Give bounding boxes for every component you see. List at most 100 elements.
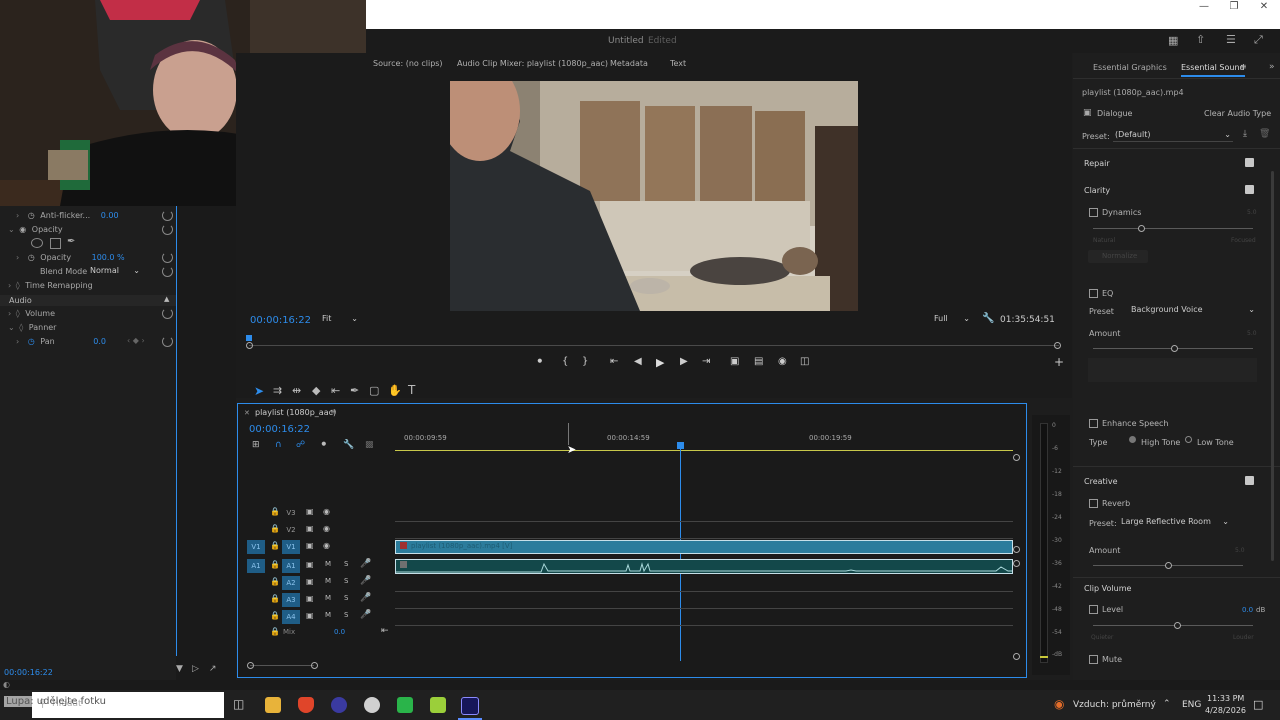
low-tone-radio[interactable] <box>1185 436 1192 443</box>
es-scrollbar[interactable] <box>1271 171 1274 561</box>
tab-essential-graphics[interactable]: Essential Graphics <box>1093 63 1167 72</box>
chevron-down-icon[interactable]: ⌄ <box>8 323 15 332</box>
eye-icon[interactable]: ◉ <box>323 541 330 550</box>
tab-menu-icon[interactable]: ≡ <box>330 407 337 416</box>
fx-toggle-icon[interactable]: ◊ <box>16 281 20 290</box>
enhance-speech-row[interactable]: Enhance Speech <box>1089 419 1169 428</box>
go-to-in-icon[interactable]: ⇤ <box>610 356 618 367</box>
lock-icon[interactable]: 🔒 <box>270 560 280 569</box>
button-editor-icon[interactable]: + <box>1054 355 1064 369</box>
sync-lock-icon[interactable]: ▣ <box>306 611 314 620</box>
lock-icon[interactable]: 🔒 <box>270 541 280 550</box>
volume-row[interactable]: › ◊ Volume <box>8 307 55 320</box>
pen-mask-icon[interactable]: ✒ <box>67 236 75 247</box>
slip-icon[interactable]: ⇤ <box>331 384 340 397</box>
weather-icon[interactable]: ◉ <box>1054 697 1064 711</box>
tab-text[interactable]: Text <box>670 59 686 68</box>
mute-row[interactable]: Mute <box>1089 655 1122 664</box>
slider-knob[interactable] <box>1165 562 1172 569</box>
rectangle-tool-icon[interactable]: ▢ <box>369 384 379 397</box>
notifications-icon[interactable]: □ <box>1253 698 1263 711</box>
lift-icon[interactable]: ▣ <box>730 356 739 367</box>
chevron-right-icon[interactable]: › <box>16 253 19 262</box>
slider-knob[interactable] <box>1138 225 1145 232</box>
eye-icon[interactable]: ◉ <box>323 524 330 533</box>
timeline-timecode[interactable]: 00:00:16:22 <box>249 424 310 435</box>
creative-section[interactable]: Creative <box>1084 477 1118 486</box>
program-timecode[interactable]: 00:00:16:22 <box>250 315 311 326</box>
app-icon-lime[interactable] <box>430 697 446 713</box>
clarity-checkbox[interactable] <box>1245 185 1254 194</box>
quick-export-icon[interactable]: ▦ <box>1168 34 1178 47</box>
sync-lock-icon[interactable]: ▣ <box>306 507 314 516</box>
export-frame-icon[interactable]: ◉ <box>778 356 787 367</box>
mark-out-icon[interactable]: } <box>582 356 588 367</box>
play-audio-icon[interactable]: ▷ <box>192 664 199 674</box>
clip-volume-section[interactable]: Clip Volume <box>1084 584 1131 593</box>
app-icon-green[interactable] <box>397 697 413 713</box>
share-icon[interactable]: ⇧ <box>1196 33 1205 46</box>
high-tone-radio[interactable] <box>1129 436 1136 443</box>
stopwatch-icon[interactable]: ◷ <box>28 253 35 262</box>
step-forward-icon[interactable]: ▶ <box>680 356 688 367</box>
chevron-right-icon[interactable]: › <box>8 281 11 290</box>
source-patch-a1[interactable]: A1 <box>247 559 265 573</box>
extract-icon[interactable]: ▤ <box>754 356 763 367</box>
reverb-checkbox[interactable] <box>1089 499 1098 508</box>
blend-mode-select[interactable]: Normal ⌄ <box>90 265 142 276</box>
timeline-zoom-bar[interactable] <box>250 665 314 666</box>
level-value[interactable]: 0.0 <box>1242 606 1253 614</box>
dynamics-row[interactable]: Dynamics <box>1089 208 1141 217</box>
brave-browser-icon[interactable] <box>298 697 314 713</box>
mute-button[interactable]: M <box>325 611 331 619</box>
chevron-down-icon[interactable]: ⌄ <box>8 225 15 234</box>
premiere-pro-icon[interactable] <box>461 697 479 715</box>
ripple-edit-icon[interactable]: ⇹ <box>292 384 301 397</box>
anti-flicker-value[interactable]: 0.00 <box>101 211 119 220</box>
level-slider[interactable] <box>1093 622 1253 629</box>
video-clip[interactable]: playlist (1080p_aac).mp4 [V] <box>395 540 1013 554</box>
add-marker-icon[interactable]: ⚫ <box>536 357 544 367</box>
zoom-handle-left[interactable] <box>247 662 254 669</box>
panel-overflow-icon[interactable]: » <box>1269 62 1275 72</box>
reverb-amount-slider[interactable] <box>1093 562 1243 569</box>
lock-icon[interactable]: 🔒 <box>270 507 280 516</box>
captions-icon[interactable]: ▩ <box>365 440 374 450</box>
reset-icon[interactable] <box>162 252 173 263</box>
sync-lock-icon[interactable]: ▣ <box>306 541 314 550</box>
solo-button[interactable]: S <box>344 594 348 602</box>
fx-playhead[interactable] <box>176 206 177 656</box>
slider-knob[interactable] <box>1174 622 1181 629</box>
ellipse-mask-icon[interactable] <box>31 238 43 248</box>
tab-source[interactable]: Source: (no clips) <box>373 59 443 68</box>
track-select-icon[interactable]: ⇉ <box>273 384 282 397</box>
mark-in-icon[interactable]: { <box>562 356 568 367</box>
reset-icon[interactable] <box>162 210 173 221</box>
opacity-value[interactable]: 100.0 % <box>92 253 125 262</box>
clock-date[interactable]: 4/28/2026 <box>1205 706 1246 715</box>
eq-checkbox[interactable] <box>1089 289 1098 298</box>
minimize-icon[interactable]: — <box>1188 0 1220 14</box>
microphone-icon[interactable]: 🎤 <box>360 559 371 569</box>
vertical-scroll-handle[interactable] <box>1013 454 1020 461</box>
mute-checkbox[interactable] <box>1089 655 1098 664</box>
chevron-right-icon[interactable]: › <box>16 211 19 220</box>
reverb-row[interactable]: Reverb <box>1089 499 1130 508</box>
track-height-handle[interactable] <box>1013 560 1020 567</box>
opacity-section[interactable]: ⌄ ◉ Opacity <box>8 223 63 236</box>
zoom-handle-right[interactable] <box>311 662 318 669</box>
timeline-playhead-line[interactable] <box>680 449 681 661</box>
eq-preset-select[interactable]: Background Voice ⌄ <box>1131 305 1257 316</box>
solo-button[interactable]: S <box>344 611 348 619</box>
track-label-a1[interactable]: A1 <box>282 559 300 573</box>
audio-clip[interactable] <box>395 559 1013 574</box>
tab-audio-clip-mixer[interactable]: Audio Clip Mixer: playlist (1080p_aac) <box>457 59 608 68</box>
lock-icon[interactable]: 🔒 <box>270 577 280 586</box>
timeline-tab[interactable]: playlist (1080p_aac) <box>255 408 336 417</box>
reset-icon[interactable] <box>162 266 173 277</box>
sync-lock-icon[interactable]: ▣ <box>306 594 314 603</box>
clear-audio-type-button[interactable]: Clear Audio Type <box>1204 109 1271 118</box>
stopwatch-icon[interactable]: ◷ <box>28 337 35 346</box>
type-tool-icon[interactable]: T <box>408 383 415 397</box>
reset-icon[interactable] <box>162 308 173 319</box>
